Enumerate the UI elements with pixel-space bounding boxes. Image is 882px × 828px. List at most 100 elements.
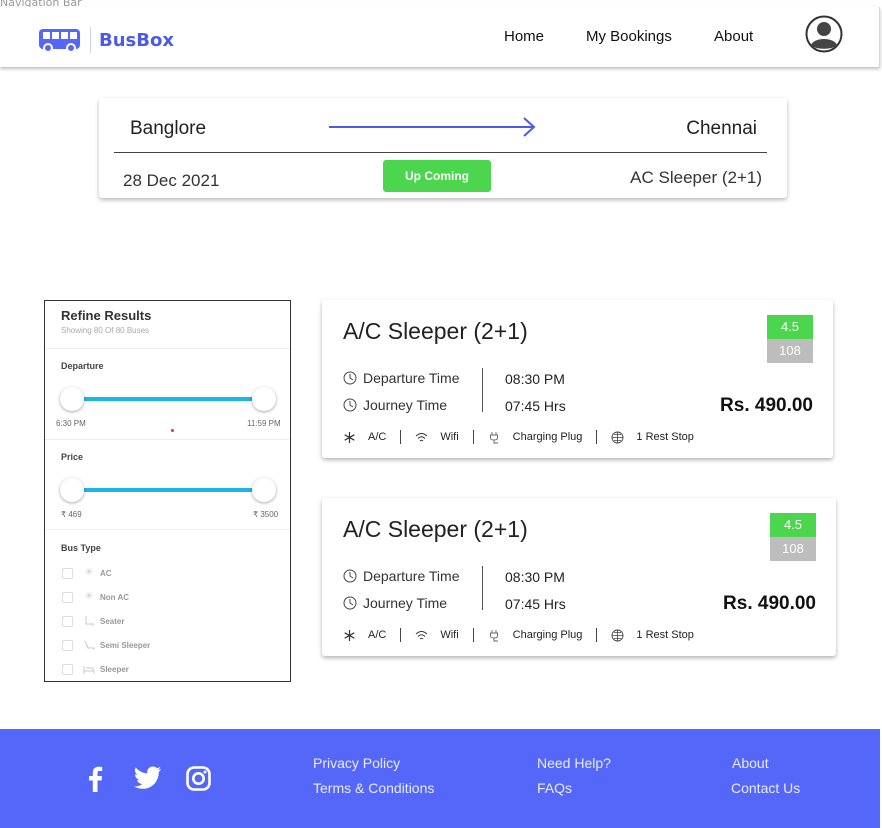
bed-icon [83, 666, 95, 674]
recline-seat-icon [84, 640, 95, 650]
checkbox[interactable] [62, 615, 73, 627]
option-label: Non AC [100, 592, 130, 602]
clock-icon [343, 596, 357, 610]
checkbox[interactable] [62, 591, 73, 603]
plug-icon [489, 629, 498, 641]
instagram-icon[interactable] [186, 766, 211, 791]
price: Rs. 490.00 [723, 593, 816, 614]
trip-bus-type: AC Sleeper (2+1) [630, 168, 762, 187]
divider [482, 368, 483, 412]
divider [400, 430, 402, 444]
departure-row: Departure Time [343, 370, 459, 386]
amenity-rest-stop: 1 Rest Stop [611, 629, 694, 642]
filter-subtitle: Showing 80 Of 80 Buses [61, 326, 150, 335]
trip-destination: Chennai [686, 118, 757, 139]
price-min-handle[interactable] [60, 478, 84, 502]
trip-summary-card: Banglore Chennai 28 Dec 2021 Up Coming A… [99, 98, 787, 198]
bus-type-option-seater[interactable]: Seater [62, 614, 124, 628]
amenity-wifi: Wifi [415, 629, 459, 642]
bus-name: A/C Sleeper (2+1) [343, 516, 528, 542]
divider [472, 628, 474, 642]
user-avatar-icon[interactable] [805, 15, 843, 53]
journey-label: Journey Time [363, 595, 448, 611]
divider [482, 566, 483, 610]
bus-result-card[interactable]: A/C Sleeper (2+1) 4.5 108 Departure Time… [322, 300, 833, 458]
divider [596, 430, 598, 444]
need-help-link[interactable]: Need Help? [537, 755, 611, 771]
review-count: 108 [770, 537, 816, 561]
departure-row: Departure Time [343, 568, 459, 584]
navbar: BusBox Home My Bookings About [0, 7, 880, 67]
brand-logo[interactable]: BusBox [38, 27, 174, 53]
bus-result-card[interactable]: A/C Sleeper (2+1) 4.5 108 Departure Time… [322, 498, 836, 656]
divider [45, 348, 290, 349]
price-max-handle[interactable] [252, 478, 276, 502]
terms-link[interactable]: Terms & Conditions [313, 780, 434, 796]
departure-label: Departure Time [363, 568, 460, 584]
departure-slider-track[interactable] [84, 397, 254, 401]
arrow-right-icon [329, 117, 536, 137]
facebook-icon[interactable] [86, 766, 104, 792]
amenity-label: Charging Plug [512, 629, 583, 641]
price-slider-track[interactable] [84, 488, 254, 492]
option-label: Seater [100, 616, 125, 626]
departure-time: 08:30 PM [505, 371, 565, 387]
brand-name: BusBox [99, 29, 174, 51]
privacy-policy-link[interactable]: Privacy Policy [313, 755, 400, 771]
footer-about-link[interactable]: About [732, 755, 769, 771]
departure-max-handle[interactable] [252, 387, 276, 411]
snowflake-icon: ✳ [84, 567, 94, 578]
clock-icon [343, 398, 357, 412]
clock-icon [343, 569, 357, 583]
price-heading: Price [61, 452, 84, 462]
twitter-icon[interactable] [134, 766, 162, 790]
divider [45, 529, 290, 530]
rating-badge: 4.5 108 [770, 513, 816, 561]
trip-origin: Banglore [130, 118, 207, 139]
departure-time: 08:30 PM [505, 569, 565, 585]
departure-max-value: 11:59 PM [247, 419, 281, 428]
amenity-label: Wifi [440, 431, 459, 443]
bus-type-option-non-ac[interactable]: ✳ Non AC [62, 590, 129, 604]
logo-divider [90, 27, 91, 53]
departure-heading: Departure [61, 361, 104, 371]
rest-stop-icon [611, 629, 624, 641]
bus-type-option-ac[interactable]: ✳ AC [62, 566, 112, 580]
nav-home[interactable]: Home [504, 28, 544, 45]
divider [596, 628, 598, 642]
refine-results-panel: Refine Results Showing 80 Of 80 Buses De… [44, 300, 291, 682]
nav-my-bookings[interactable]: My Bookings [586, 28, 672, 45]
faqs-link[interactable]: FAQs [537, 780, 572, 796]
amenity-label: A/C [368, 629, 387, 641]
rest-stop-icon [611, 431, 624, 443]
rating-badge: 4.5 108 [767, 315, 813, 363]
nav-about[interactable]: About [714, 28, 753, 45]
divider [400, 628, 402, 642]
wifi-icon [416, 432, 428, 441]
rating-value: 4.5 [770, 513, 816, 537]
snowflake-icon [344, 431, 355, 443]
contact-us-link[interactable]: Contact Us [731, 780, 800, 796]
wifi-icon [416, 630, 428, 639]
filter-title: Refine Results [61, 308, 152, 323]
checkbox[interactable] [62, 567, 73, 579]
status-badge[interactable]: Up Coming [383, 160, 491, 192]
amenity-label: Wifi [440, 629, 459, 641]
journey-time: 07:45 Hrs [505, 596, 566, 612]
departure-min-handle[interactable] [60, 387, 84, 411]
checkbox[interactable] [62, 639, 73, 651]
trip-date: 28 Dec 2021 [123, 171, 220, 190]
amenity-charging-plug: Charging Plug [488, 629, 583, 642]
amenity-charging-plug: Charging Plug [488, 431, 583, 444]
checkbox[interactable] [62, 663, 73, 675]
amenity-label: 1 Rest Stop [636, 431, 694, 443]
amenity-label: Charging Plug [512, 431, 583, 443]
bus-type-option-sleeper[interactable]: Sleeper [62, 662, 129, 676]
bus-icon [39, 29, 80, 53]
bus-type-option-semi-sleeper[interactable]: Semi Sleeper [62, 638, 150, 652]
trip-divider [114, 152, 767, 153]
journey-row: Journey Time [343, 595, 447, 611]
amenity-rest-stop: 1 Rest Stop [611, 431, 694, 444]
price-max-value: ₹ 3500 [253, 510, 279, 519]
price: Rs. 490.00 [720, 395, 813, 416]
